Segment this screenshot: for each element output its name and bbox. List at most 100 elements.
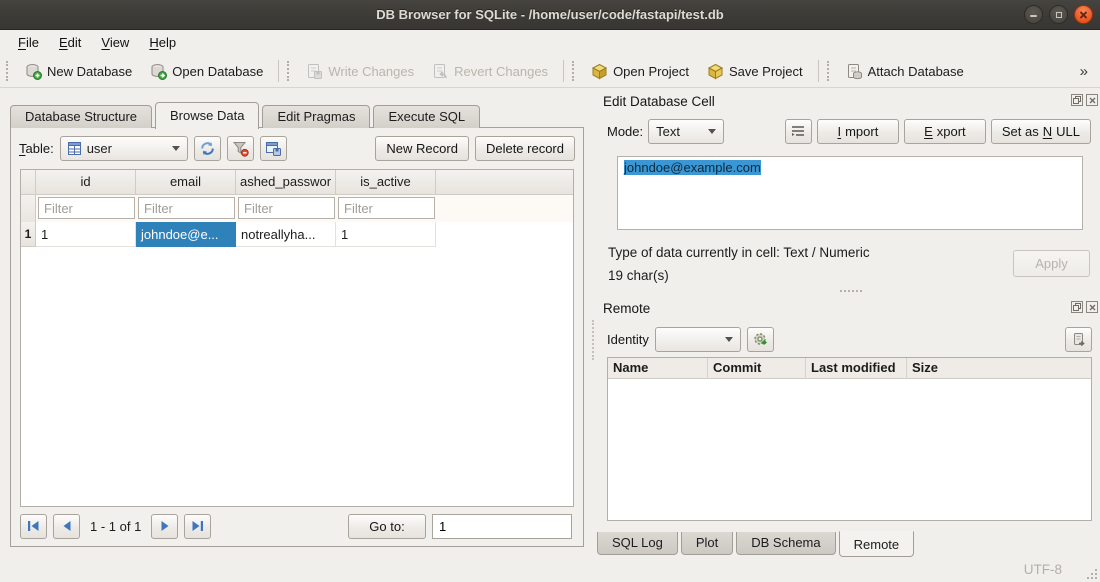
menu-help[interactable]: Help [139,33,186,52]
refresh-button[interactable] [194,136,221,161]
toolbar-separator [818,60,819,82]
record-range-label: 1 - 1 of 1 [86,519,145,534]
delete-record-button[interactable]: Delete record [475,136,575,161]
toolbar-overflow-chevron[interactable]: » [1072,63,1096,80]
filter-input-is-active[interactable] [338,197,435,219]
chevron-down-icon [172,146,180,151]
identity-settings-button[interactable] [747,327,774,352]
first-record-button[interactable] [20,514,47,539]
open-database-button[interactable]: Open Database [141,60,272,83]
grid-header-row: id email ashed_passwor is_active [21,170,573,195]
tab-edit-pragmas[interactable]: Edit Pragmas [262,105,370,128]
toolbar-drag-handle[interactable] [827,61,832,81]
cell-email-selected[interactable]: johndoe@e... [136,222,236,247]
last-record-icon [191,520,204,532]
push-file-icon [1071,332,1087,348]
edit-cell-dock-controls [1071,94,1098,106]
tab-db-schema[interactable]: DB Schema [736,532,835,555]
column-header-hashed-password[interactable]: ashed_passwor [236,170,336,195]
close-icon[interactable] [1074,5,1093,24]
new-database-button[interactable]: New Database [16,60,141,83]
menu-file[interactable]: File [8,33,49,52]
minimize-icon[interactable] [1024,5,1043,24]
remote-column-size[interactable]: Size [907,358,1091,379]
encoding-label[interactable]: UTF-8 [1024,562,1062,577]
panel-splitter-handle[interactable] [592,320,595,360]
tab-remote[interactable]: Remote [839,531,915,557]
row-number[interactable]: 1 [21,222,36,247]
tab-plot[interactable]: Plot [681,532,733,555]
float-panel-icon[interactable] [1071,94,1083,106]
float-panel-icon[interactable] [1071,301,1083,313]
refresh-icon [199,140,216,157]
remote-dock-controls [1071,301,1098,313]
attach-database-label: Attach Database [868,64,964,79]
write-changes-label: Write Changes [328,64,414,79]
push-database-button[interactable] [1065,327,1092,352]
import-button[interactable]: Import [817,119,899,144]
save-results-icon [265,140,282,157]
toolbar: New Database Open Database Write Changes… [0,55,1100,88]
attach-database-icon [846,63,863,80]
table-select-value: user [87,141,112,156]
bottom-tabbar: SQL Log Plot DB Schema Remote [597,532,917,560]
toolbar-drag-handle[interactable] [6,61,11,81]
attach-database-button[interactable]: Attach Database [837,60,973,83]
cell-id[interactable]: 1 [36,222,136,247]
filter-input-hashed-password[interactable] [238,197,335,219]
tab-sql-log[interactable]: SQL Log [597,532,678,555]
mode-select[interactable]: Text [648,119,724,144]
remote-column-commit[interactable]: Commit [708,358,806,379]
save-project-button[interactable]: Save Project [698,60,812,83]
new-record-button[interactable]: New Record [375,136,469,161]
menu-view[interactable]: View [91,33,139,52]
gear-icon [752,331,769,348]
column-header-is-active[interactable]: is_active [336,170,436,195]
menu-edit[interactable]: Edit [49,33,91,52]
toolbar-separator [563,60,564,82]
save-project-label: Save Project [729,64,803,79]
goto-input[interactable] [432,514,572,539]
open-project-icon [591,63,608,80]
export-button[interactable]: Export [904,119,986,144]
clear-filters-button[interactable] [227,136,254,161]
menubar: File Edit View Help [0,30,1100,55]
previous-record-button[interactable] [53,514,80,539]
filter-input-email[interactable] [138,197,235,219]
clear-filter-icon [232,140,249,157]
open-project-button[interactable]: Open Project [582,60,698,83]
column-header-email[interactable]: email [136,170,236,195]
column-header-id[interactable]: id [36,170,136,195]
identity-select[interactable] [655,327,741,352]
maximize-icon[interactable] [1049,5,1068,24]
data-grid: id email ashed_passwor is_active 1 1 joh… [20,169,574,507]
goto-button[interactable]: Go to: [348,514,426,539]
table-icon [68,142,81,155]
first-record-icon [27,520,40,532]
tab-browse-data[interactable]: Browse Data [155,102,259,129]
titlebar[interactable]: DB Browser for SQLite - /home/user/code/… [0,0,1100,30]
save-results-button[interactable] [260,136,287,161]
resize-grip[interactable] [1085,567,1097,579]
set-as-null-button[interactable]: Set as NULL [991,119,1091,144]
cell-hashed-password[interactable]: notreallyha... [236,222,336,247]
close-panel-icon[interactable] [1086,301,1098,313]
cell-editor[interactable]: johndoe@example.com [617,156,1083,230]
next-record-button[interactable] [151,514,178,539]
dock-splitter-handle[interactable] [840,290,862,293]
last-record-button[interactable] [184,514,211,539]
toolbar-drag-handle[interactable] [287,61,292,81]
open-database-label: Open Database [172,64,263,79]
remote-column-name[interactable]: Name [608,358,708,379]
toolbar-drag-handle[interactable] [572,61,577,81]
remote-column-last-modified[interactable]: Last modified [806,358,907,379]
filter-input-id[interactable] [38,197,135,219]
word-wrap-button[interactable] [785,119,812,144]
revert-changes-label: Revert Changes [454,64,548,79]
table-label: Table: [19,141,54,156]
tab-database-structure[interactable]: Database Structure [10,105,152,128]
cell-is-active[interactable]: 1 [336,222,436,247]
table-select[interactable]: user [60,136,188,161]
tab-execute-sql[interactable]: Execute SQL [373,105,480,128]
close-panel-icon[interactable] [1086,94,1098,106]
